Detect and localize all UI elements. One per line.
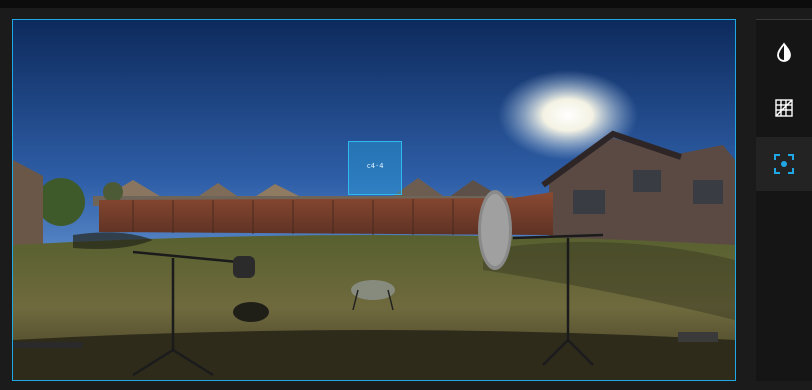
- contrast-drop-icon: [777, 42, 791, 62]
- grid-perspective-icon: [775, 99, 793, 117]
- exposure-tool-button[interactable]: [756, 25, 812, 79]
- tool-panel: [756, 19, 812, 381]
- focus-target-icon: [774, 154, 794, 174]
- focus-box[interactable]: c4·4: [348, 141, 402, 195]
- focus-box-label: c4·4: [366, 162, 384, 170]
- focus-tool-button[interactable]: [756, 137, 812, 191]
- grid-tool-button[interactable]: [756, 81, 812, 135]
- panel-divider: [756, 19, 812, 20]
- panorama-image: [13, 20, 735, 380]
- panorama-viewer[interactable]: c4·4: [12, 19, 736, 381]
- top-bar: [0, 0, 812, 8]
